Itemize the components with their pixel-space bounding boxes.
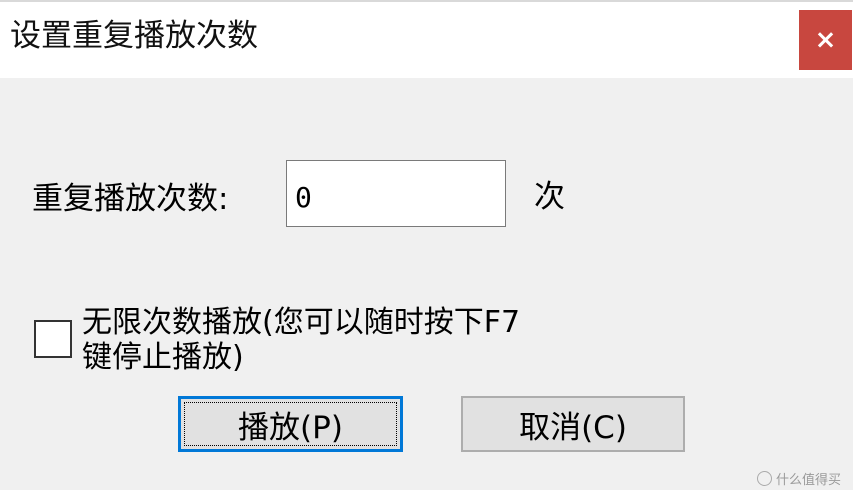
play-button[interactable]: 播放(P) xyxy=(178,396,403,452)
infinite-play-label[interactable]: 无限次数播放(您可以随时按下F7 键停止播放) xyxy=(82,305,642,375)
infinite-play-label-line2: 键停止播放) xyxy=(82,340,244,375)
title-bar[interactable]: 设置重复播放次数 × xyxy=(0,0,853,78)
cancel-button[interactable]: 取消(C) xyxy=(461,396,685,452)
play-button-label: 播放(P) xyxy=(238,409,343,446)
watermark: 什么值得买 xyxy=(756,469,841,488)
close-icon: × xyxy=(814,25,837,55)
cancel-button-label: 取消(C) xyxy=(519,409,627,446)
repeat-count-label: 重复播放次数: xyxy=(32,181,229,217)
repeat-count-input[interactable] xyxy=(286,160,506,227)
smzdm-logo-icon xyxy=(756,471,772,486)
infinite-play-label-line1: 无限次数播放(您可以随时按下F7 xyxy=(82,305,521,340)
watermark-text: 什么值得买 xyxy=(775,473,841,488)
repeat-dialog: 设置重复播放次数 × 重复播放次数: 次 无限次数播放(您可以随时按下F7 键停… xyxy=(0,0,853,490)
repeat-count-unit: 次 xyxy=(534,179,565,215)
infinite-play-checkbox[interactable] xyxy=(34,320,72,358)
close-button[interactable]: × xyxy=(799,10,852,70)
window-top-edge xyxy=(0,0,853,2)
dialog-title: 设置重复播放次数 xyxy=(10,18,258,54)
